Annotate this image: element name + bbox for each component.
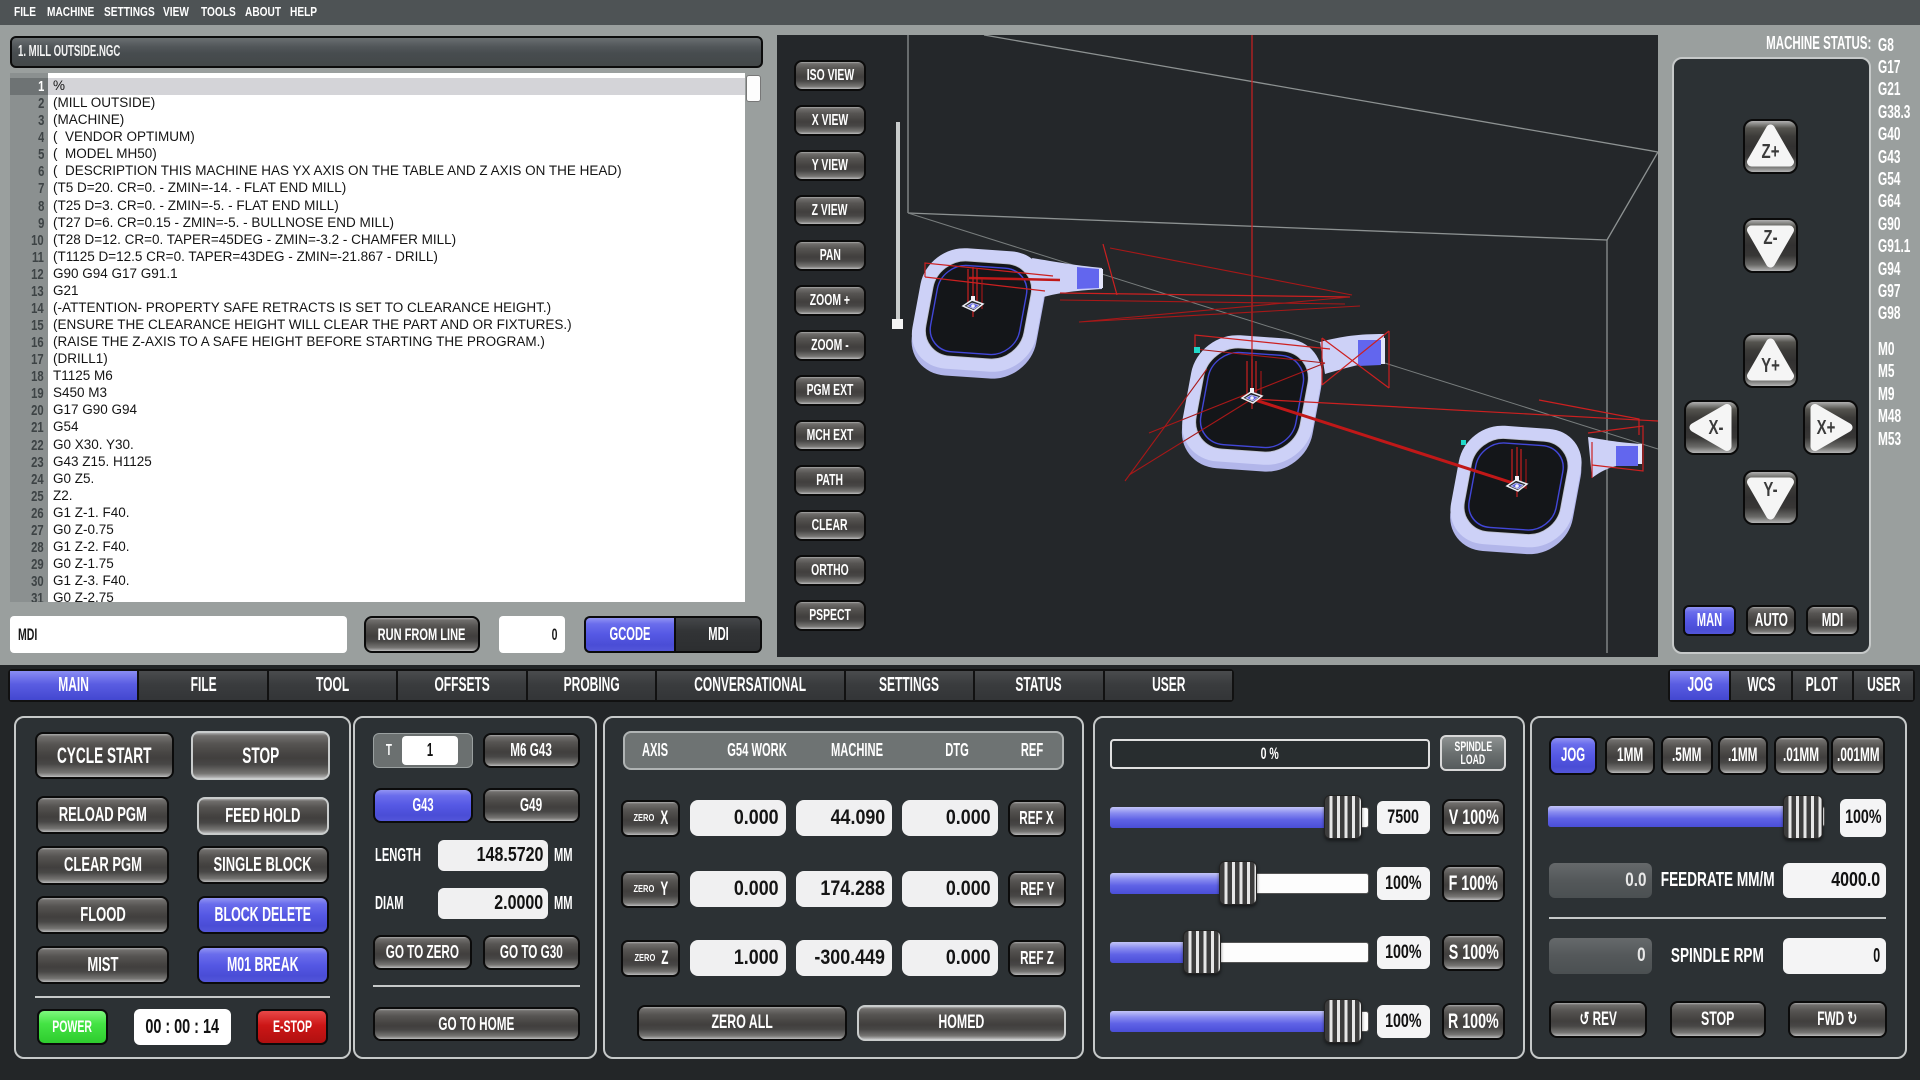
svg-text:X+: X+ [1817, 416, 1836, 439]
svg-text:Y-: Y- [1763, 478, 1777, 501]
svg-text:Z+: Z+ [1762, 140, 1780, 163]
svg-text:Y+: Y+ [1761, 354, 1780, 377]
svg-text:X-: X- [1709, 416, 1724, 439]
svg-text:Z-: Z- [1763, 226, 1777, 249]
